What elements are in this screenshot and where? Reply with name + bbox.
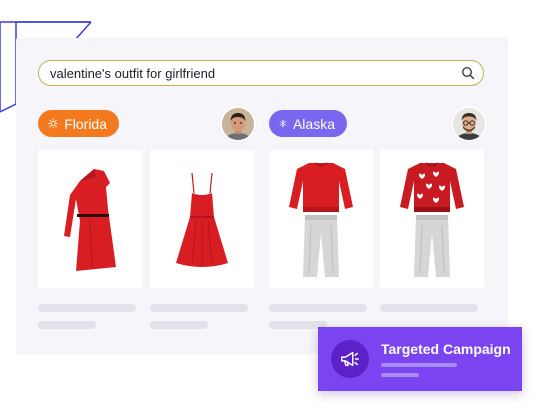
segment-label: Alaska bbox=[292, 115, 335, 132]
campaign-placeholder-line bbox=[381, 373, 419, 377]
male-avatar-glasses bbox=[453, 108, 485, 140]
segment-chip-alaska[interactable]: Alaska bbox=[269, 110, 347, 137]
sweater-pants-icon bbox=[289, 162, 353, 277]
avatar bbox=[453, 108, 485, 140]
megaphone-icon bbox=[341, 351, 359, 367]
avatar bbox=[222, 108, 254, 140]
product-card[interactable] bbox=[380, 150, 484, 288]
product-card[interactable] bbox=[269, 150, 373, 288]
search-input[interactable] bbox=[50, 63, 461, 83]
snowflake-icon bbox=[279, 119, 287, 128]
campaign-icon-badge bbox=[331, 340, 369, 378]
skeleton-line bbox=[150, 304, 248, 312]
male-avatar-dark-hair bbox=[222, 108, 254, 140]
dress-one-shoulder-icon bbox=[64, 169, 116, 271]
dress-strappy-icon bbox=[176, 172, 228, 267]
heart-sweater-pants-icon bbox=[400, 162, 464, 277]
sun-icon bbox=[48, 118, 59, 129]
skeleton-line bbox=[269, 304, 367, 312]
segment-label: Florida bbox=[64, 115, 107, 132]
search-bar[interactable] bbox=[38, 60, 484, 86]
targeted-campaign-card[interactable]: Targeted Campaign bbox=[318, 327, 522, 391]
skeleton-line bbox=[380, 304, 478, 312]
skeleton-line bbox=[150, 321, 208, 329]
product-card[interactable] bbox=[38, 150, 142, 288]
campaign-placeholder-line bbox=[381, 363, 457, 367]
skeleton-line bbox=[38, 304, 136, 312]
product-card[interactable] bbox=[150, 150, 254, 288]
segment-chip-florida[interactable]: Florida bbox=[38, 110, 119, 137]
campaign-title: Targeted Campaign bbox=[381, 341, 511, 357]
skeleton-line bbox=[38, 321, 96, 329]
search-icon[interactable] bbox=[461, 66, 475, 80]
